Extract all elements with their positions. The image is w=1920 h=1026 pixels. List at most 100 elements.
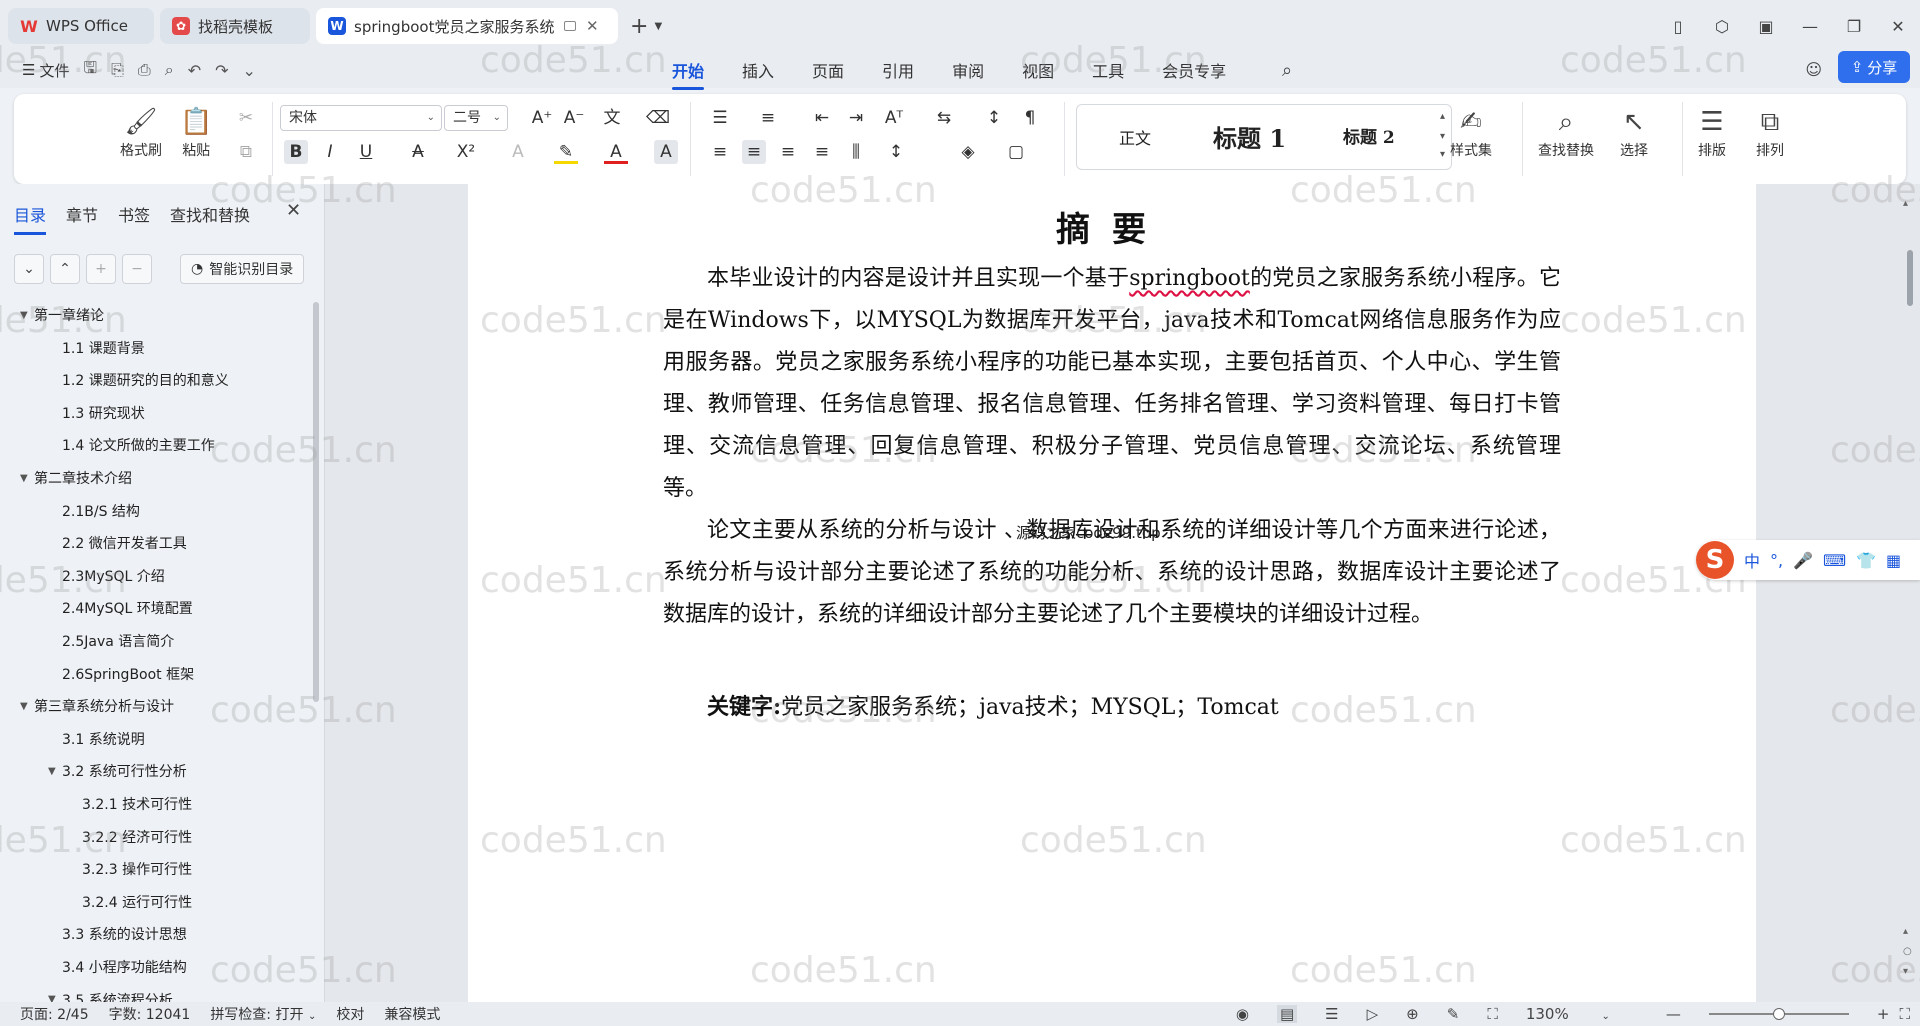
tab-review[interactable]: 审阅 xyxy=(952,58,984,82)
arrange-button[interactable]: ⧉ 排列 xyxy=(1756,104,1784,160)
italic-icon[interactable]: I xyxy=(318,140,342,164)
page-view-icon[interactable]: ▤ xyxy=(1276,1005,1298,1023)
scroll-down-icon[interactable]: ▾ xyxy=(1903,966,1908,977)
tab-template[interactable]: ✿ 找稻壳模板 xyxy=(160,8,310,44)
toc-item[interactable]: 3.2.3 操作可行性 xyxy=(82,857,192,881)
zoom-level[interactable]: 130% ⌄ xyxy=(1526,1005,1638,1023)
clear-format-icon[interactable]: ⌫ xyxy=(646,106,670,130)
increase-indent-icon[interactable]: ⇥ xyxy=(844,106,868,130)
toc-item[interactable]: 2.5Java 语言简介 xyxy=(62,629,174,653)
chevron-down-icon[interactable]: ⌄ xyxy=(243,61,256,80)
font-size-select[interactable]: 二号 ⌄ xyxy=(444,105,508,131)
scroll-thumb[interactable] xyxy=(1907,250,1913,306)
cube-icon[interactable]: ⬡ xyxy=(1700,17,1744,36)
zoom-slider[interactable] xyxy=(1708,1008,1849,1020)
tab-page[interactable]: 页面 xyxy=(812,58,844,82)
toc-item[interactable]: 3.3 系统的设计思想 xyxy=(62,922,187,946)
pen-icon[interactable]: ✎ xyxy=(1447,1005,1460,1023)
decrease-indent-icon[interactable]: ⇤ xyxy=(810,106,834,130)
font-name-select[interactable]: 宋体 ⌄ xyxy=(280,105,442,131)
expand-arrow-icon[interactable]: ▼ xyxy=(20,701,34,712)
expand-icon[interactable]: ▾ xyxy=(1440,149,1445,160)
style-normal[interactable]: 正文 xyxy=(1119,125,1151,149)
tab-insert[interactable]: 插入 xyxy=(742,58,774,82)
mic-icon[interactable]: 🎤 xyxy=(1793,551,1813,570)
minimize-icon[interactable]: — xyxy=(1788,17,1832,36)
numbered-list-icon[interactable]: ≡ xyxy=(756,106,780,130)
tab-member[interactable]: 会员专享 xyxy=(1162,58,1226,82)
keyboard-icon[interactable]: ⌨ xyxy=(1823,551,1846,570)
bold-icon[interactable]: B xyxy=(284,140,308,164)
ime-lang[interactable]: 中 xyxy=(1744,548,1760,572)
align-center-icon[interactable]: ≡ xyxy=(742,140,766,164)
nav-tab-find[interactable]: 查找和替换 xyxy=(170,202,250,226)
print-icon[interactable]: ⎙ xyxy=(138,60,151,80)
share-button[interactable]: ⇪ 分享 xyxy=(1838,51,1910,83)
web-view-icon[interactable]: ⊕ xyxy=(1406,1005,1419,1023)
scroll-up-icon[interactable]: ▴ xyxy=(1903,926,1908,937)
document-scrollbar[interactable]: ▴ ▴ ○ ▾ xyxy=(1903,198,1917,998)
text-direction-icon[interactable]: Aᵀ xyxy=(882,106,906,130)
expand-all-icon[interactable]: ⌄ xyxy=(14,254,44,284)
grow-font-icon[interactable]: A⁺ xyxy=(530,106,554,130)
select-button[interactable]: ↖ 选择 xyxy=(1620,104,1648,160)
justify-icon[interactable]: ≡ xyxy=(810,140,834,164)
tab-wps-office[interactable]: W WPS Office xyxy=(8,8,154,44)
zoom-slider-handle[interactable] xyxy=(1772,1008,1785,1020)
assistant-icon[interactable]: ☺ xyxy=(1805,60,1822,79)
word-count[interactable]: 字数: 12041 xyxy=(109,1004,191,1024)
export-icon[interactable]: ⎘ xyxy=(111,60,124,80)
border-icon[interactable]: ▢ xyxy=(1004,140,1028,164)
outline-view-icon[interactable]: ☰ xyxy=(1325,1005,1338,1023)
toolbox-icon[interactable]: ▦ xyxy=(1886,551,1901,570)
collapse-all-icon[interactable]: ⌃ xyxy=(50,254,80,284)
eye-icon[interactable]: ◉ xyxy=(1236,1005,1249,1023)
spell-check-toggle[interactable]: 拼写检查: 打开 ⌄ xyxy=(210,1004,316,1024)
tab-home[interactable]: 开始 xyxy=(672,58,705,90)
page-indicator[interactable]: 页面: 2/45 xyxy=(20,1004,89,1024)
maximize-icon[interactable]: ❐ xyxy=(1832,17,1876,36)
search-icon[interactable]: ⌕ xyxy=(1282,60,1292,81)
convert-icon[interactable]: ⇆ xyxy=(932,106,956,130)
toc-item[interactable]: 2.3MySQL 介绍 xyxy=(62,564,165,588)
toc-item[interactable]: ▼ 第三章系统分析与设计 xyxy=(20,694,174,718)
scroll-up-icon[interactable]: ▴ xyxy=(1903,198,1908,209)
toc-item[interactable]: 2.2 微信开发者工具 xyxy=(62,531,187,555)
format-painter-button[interactable]: 🖌 格式刷 xyxy=(120,104,162,160)
underline-icon[interactable]: U xyxy=(354,140,378,164)
undo-icon[interactable]: ↶ xyxy=(188,61,201,80)
align-left-icon[interactable]: ≡ xyxy=(708,140,732,164)
nav-scrollbar[interactable] xyxy=(313,302,319,702)
toc-item[interactable]: 3.2.4 运行可行性 xyxy=(82,890,192,914)
shrink-font-icon[interactable]: A⁻ xyxy=(562,106,586,130)
style-heading-2[interactable]: 标题 2 xyxy=(1343,123,1395,148)
layout-button[interactable]: ☰ 排版 xyxy=(1698,104,1726,160)
nav-tab-chapters[interactable]: 章节 xyxy=(66,202,98,226)
toc-item[interactable]: 3.2.1 技术可行性 xyxy=(82,792,192,816)
show-marks-icon[interactable]: ¶ xyxy=(1018,106,1042,130)
redo-icon[interactable]: ↷ xyxy=(215,61,228,80)
toc-item[interactable]: 3.2.2 经济可行性 xyxy=(82,825,192,849)
toc-item[interactable]: 1.2 课题研究的目的和意义 xyxy=(62,368,229,392)
copy-icon[interactable]: ⧉ xyxy=(234,140,258,164)
fit-screen-icon[interactable]: ⛶ xyxy=(1487,1005,1498,1023)
close-window-icon[interactable]: ✕ xyxy=(1876,17,1920,36)
expand-arrow-icon[interactable]: ▼ xyxy=(48,766,62,777)
toc-item[interactable]: ▼ 第一章绪论 xyxy=(20,303,104,327)
file-menu[interactable]: 文件 xyxy=(39,60,69,81)
char-shading-icon[interactable]: A xyxy=(654,140,678,164)
zoom-out-icon[interactable]: — xyxy=(1666,1005,1681,1023)
add-icon[interactable]: + xyxy=(86,254,116,284)
new-tab-icon[interactable]: + xyxy=(630,14,648,39)
select-browse-icon[interactable]: ○ xyxy=(1903,946,1912,957)
superscript-icon[interactable]: X² xyxy=(454,140,478,164)
remove-icon[interactable]: − xyxy=(122,254,152,284)
document-page[interactable]: 摘要 本毕业设计的内容是设计并且实现一个基于springboot的党员之家服务系… xyxy=(468,184,1756,1002)
toc-item[interactable]: ▼ 第二章技术介绍 xyxy=(20,466,132,490)
avatar[interactable]: ▣ xyxy=(1744,17,1788,36)
font-color-icon[interactable]: A xyxy=(604,140,628,164)
find-replace-button[interactable]: ⌕ 查找替换 xyxy=(1538,104,1594,160)
skin-icon[interactable]: 👕 xyxy=(1856,551,1876,570)
layout-icon[interactable]: ▯ xyxy=(1656,17,1700,36)
smart-toc-button[interactable]: ◔ 智能识别目录 xyxy=(180,254,305,284)
